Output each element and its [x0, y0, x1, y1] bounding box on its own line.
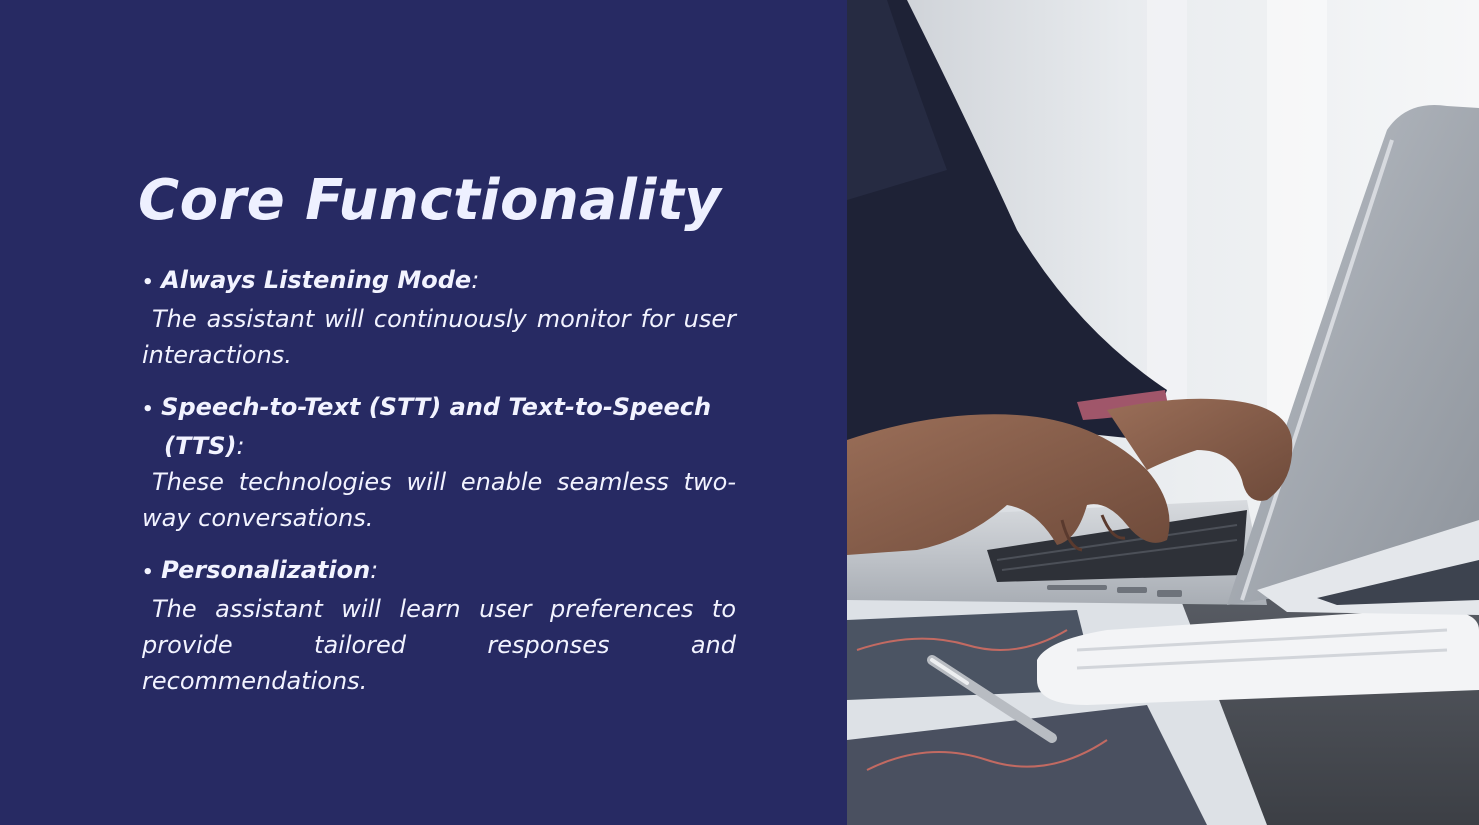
bullet-heading: • Always Listening Mode:	[142, 262, 736, 301]
bullet-colon: :	[236, 432, 245, 460]
bullet-item: • Personalization: The assistant will le…	[142, 552, 736, 699]
bullet-colon: :	[471, 266, 480, 294]
content-panel: Core Functionality • Always Listening Mo…	[0, 0, 847, 825]
slide-title: Core Functionality	[138, 168, 722, 233]
bullet-symbol: •	[142, 399, 154, 420]
bullet-term: Always Listening Mode	[161, 266, 472, 294]
bullet-symbol: •	[142, 562, 154, 583]
bullet-list: • Always Listening Mode: The assistant w…	[142, 262, 736, 715]
laptop-typing-photo	[847, 0, 1479, 825]
slide: Core Functionality • Always Listening Mo…	[0, 0, 1479, 825]
bullet-item: • Always Listening Mode: The assistant w…	[142, 262, 736, 373]
bullet-description: The assistant will learn user preference…	[142, 595, 736, 695]
bullet-heading: • Speech-to-Text (STT) and Text-to-Speec…	[142, 389, 736, 464]
bullet-description: These technologies will enable seamless …	[142, 468, 736, 532]
bullet-term: Personalization	[161, 556, 371, 584]
bullet-item: • Speech-to-Text (STT) and Text-to-Speec…	[142, 389, 736, 536]
bullet-description: The assistant will continuously monitor …	[142, 305, 736, 369]
bullet-heading: • Personalization:	[142, 552, 736, 591]
bullet-symbol: •	[142, 272, 154, 293]
bullet-colon: :	[370, 556, 379, 584]
